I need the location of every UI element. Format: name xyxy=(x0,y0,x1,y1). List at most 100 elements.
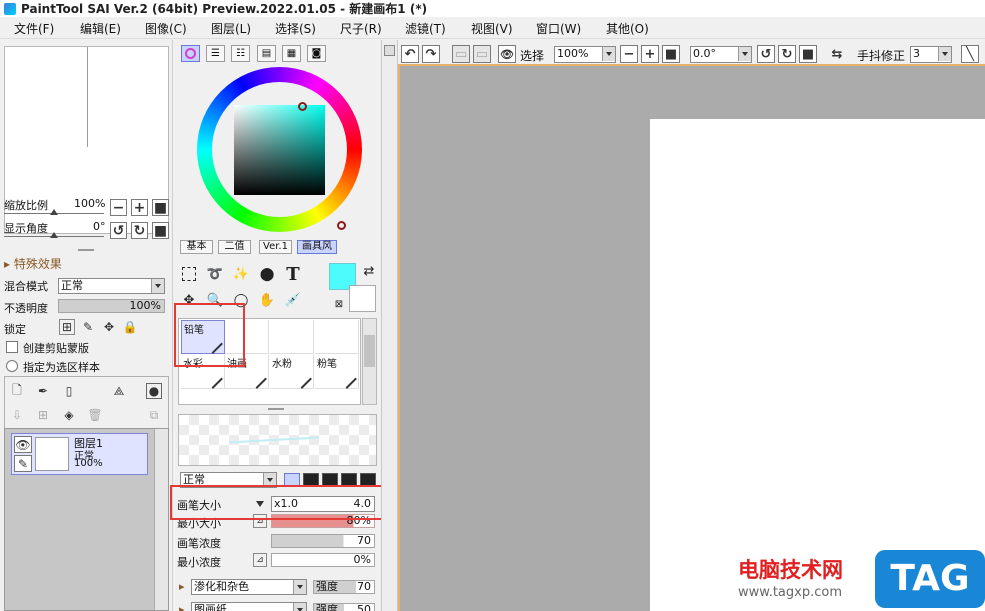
clip-mask-checkbox[interactable] xyxy=(6,341,18,353)
menu-layer[interactable]: 图层(L) xyxy=(211,20,251,37)
background-color-swatch[interactable] xyxy=(349,285,376,312)
collapse-panel-icon[interactable] xyxy=(384,45,395,56)
brush-grid[interactable]: 铅笔 水彩 油画 水粉 粉笔 xyxy=(178,318,361,405)
rotate-reset-button[interactable]: ■ xyxy=(152,222,169,239)
color-wheel-mode-button[interactable] xyxy=(181,45,200,62)
hue-marker[interactable] xyxy=(337,221,346,230)
menu-image[interactable]: 图像(C) xyxy=(145,20,187,37)
lock-all-icon[interactable]: 🔒 xyxy=(122,319,138,335)
panel-splitter[interactable] xyxy=(268,408,284,410)
tab-binary[interactable]: 二值 xyxy=(218,240,251,254)
menu-select[interactable]: 选择(S) xyxy=(275,20,316,37)
menu-other[interactable]: 其他(O) xyxy=(606,20,649,37)
mixer-mode-button[interactable]: ▦ xyxy=(282,45,301,62)
selection-visible-eye-icon[interactable]: 👁 xyxy=(498,45,516,63)
brush-scrollbar[interactable] xyxy=(362,318,377,405)
pressure-size-icon[interactable]: ⊿ xyxy=(253,514,267,528)
blend-mode-select[interactable]: 正常 xyxy=(58,278,165,294)
clear-layer-icon[interactable]: ◈ xyxy=(61,407,77,423)
view-angle-select[interactable]: 0.0° xyxy=(690,46,752,63)
brush-shape-soft-button[interactable] xyxy=(322,473,338,487)
tab-ver1[interactable]: Ver.1 xyxy=(259,240,292,254)
color-wheel[interactable] xyxy=(197,67,362,232)
brush-empty-slot[interactable] xyxy=(225,320,269,354)
menu-edit[interactable]: 编辑(E) xyxy=(80,20,121,37)
brush-mode-select[interactable]: 正常 xyxy=(180,472,277,488)
brush-oil[interactable]: 油画 xyxy=(225,355,269,389)
brush-empty-slot[interactable] xyxy=(270,320,314,354)
new-folder-icon[interactable]: ▯ xyxy=(61,383,77,399)
lock-move-icon[interactable]: ✥ xyxy=(101,319,117,335)
lock-transparency-icon[interactable]: ⊞ xyxy=(59,319,75,335)
invert-select-button[interactable]: ▭ xyxy=(473,45,491,63)
rgb-slider-mode-button[interactable]: ☰ xyxy=(206,45,225,62)
brush-chalk[interactable]: 粉笔 xyxy=(315,355,359,389)
expand-arrow-icon[interactable]: ▸ xyxy=(179,580,185,593)
layer-mask-icon[interactable]: ● xyxy=(146,383,162,399)
transparent-color-icon[interactable]: ⊠ xyxy=(329,294,349,314)
move-icon[interactable]: ✥ xyxy=(179,290,199,310)
brush-shape-round-button[interactable] xyxy=(303,473,319,487)
brush-gouache[interactable]: 水粉 xyxy=(270,355,314,389)
zoom-reset-button[interactable]: ■ xyxy=(152,199,169,216)
zoom-out-button[interactable]: − xyxy=(110,199,127,216)
view-zoom-in-button[interactable]: + xyxy=(641,45,659,63)
deselect-button[interactable]: ▭ xyxy=(452,45,470,63)
selection-sample-radio[interactable] xyxy=(6,360,18,372)
line-tool-icon[interactable]: ╲ xyxy=(961,45,979,63)
hsv-slider-mode-button[interactable]: ☷ xyxy=(231,45,250,62)
layer-item[interactable]: 👁 ✎ 图层1 正常 100% xyxy=(11,433,148,475)
view-zoom-reset-button[interactable]: ■ xyxy=(662,45,680,63)
menu-filter[interactable]: 滤镜(T) xyxy=(405,20,446,37)
menu-ruler[interactable]: 尺子(R) xyxy=(340,20,382,37)
new-vector-layer-icon[interactable]: ✒ xyxy=(35,383,51,399)
undo-button[interactable]: ↶ xyxy=(401,45,419,63)
stabilizer-select[interactable]: 3 xyxy=(910,46,952,63)
zoom-slider-thumb[interactable] xyxy=(50,209,58,215)
size-mult-dropdown-icon[interactable] xyxy=(256,501,264,507)
brush-shape-square-button[interactable] xyxy=(360,473,376,487)
menu-view[interactable]: 视图(V) xyxy=(471,20,513,37)
lock-paint-icon[interactable]: ✎ xyxy=(80,319,96,335)
new-layer-icon[interactable]: 🗋 xyxy=(9,383,25,399)
sv-marker[interactable] xyxy=(298,102,307,111)
min-size-slider[interactable]: 80% xyxy=(271,514,375,528)
brush-shape-sharp-button[interactable] xyxy=(284,473,300,487)
swap-colors-icon[interactable]: ⇄ xyxy=(359,261,379,281)
delete-layer-icon[interactable]: 🗑 xyxy=(87,407,103,423)
brush-pencil[interactable]: 铅笔 xyxy=(181,320,225,354)
paper-strength-slider[interactable]: 强度 50 xyxy=(313,603,375,611)
eyedropper-icon[interactable]: 💉 xyxy=(283,290,303,310)
paper-texture-select[interactable]: 图画纸 xyxy=(191,602,307,611)
visibility-eye-icon[interactable]: 👁 xyxy=(14,436,32,453)
layer-list[interactable]: 👁 ✎ 图层1 正常 100% xyxy=(4,428,169,611)
text-tool-icon[interactable]: T xyxy=(283,264,303,285)
zoom-in-button[interactable]: + xyxy=(131,199,148,216)
lasso-icon[interactable]: ➰ xyxy=(205,264,225,284)
brush-size-field[interactable]: x1.0 4.0 xyxy=(271,496,375,512)
flip-horizontal-icon[interactable]: ⇆ xyxy=(828,45,846,63)
apply-mask-icon[interactable]: ⧉ xyxy=(146,407,162,423)
view-rotate-reset-button[interactable]: ■ xyxy=(799,45,817,63)
tab-painter[interactable]: 画具风 xyxy=(297,240,337,254)
view-zoom-out-button[interactable]: − xyxy=(620,45,638,63)
tab-basic[interactable]: 基本 xyxy=(180,240,213,254)
pressure-density-icon[interactable]: ⊿ xyxy=(253,553,267,567)
menu-window[interactable]: 窗口(W) xyxy=(536,20,581,37)
view-rotate-left-button[interactable]: ↺ xyxy=(757,45,775,63)
zoom-icon[interactable]: 🔍 xyxy=(205,290,225,310)
view-rotate-right-button[interactable]: ↻ xyxy=(778,45,796,63)
brush-empty-slot[interactable] xyxy=(315,320,359,354)
shape-icon[interactable]: ⬤ xyxy=(257,264,277,284)
hand-icon[interactable]: ✋ xyxy=(257,290,277,310)
layer-effect-icon[interactable]: ⟁ xyxy=(111,383,127,399)
view-zoom-select[interactable]: 100% xyxy=(554,46,616,63)
brush-shape-flat-button[interactable] xyxy=(341,473,357,487)
swatch-mode-button[interactable]: ▤ xyxy=(257,45,276,62)
layer-scrollbar[interactable] xyxy=(154,429,168,610)
canvas-sheet[interactable] xyxy=(650,119,985,611)
brush-scroll-thumb[interactable] xyxy=(364,335,375,367)
effects-section-title[interactable]: ▸ 特殊效果 xyxy=(4,255,62,272)
panel-splitter[interactable] xyxy=(78,249,94,251)
rotate-view-icon[interactable]: ◯ xyxy=(231,290,251,310)
